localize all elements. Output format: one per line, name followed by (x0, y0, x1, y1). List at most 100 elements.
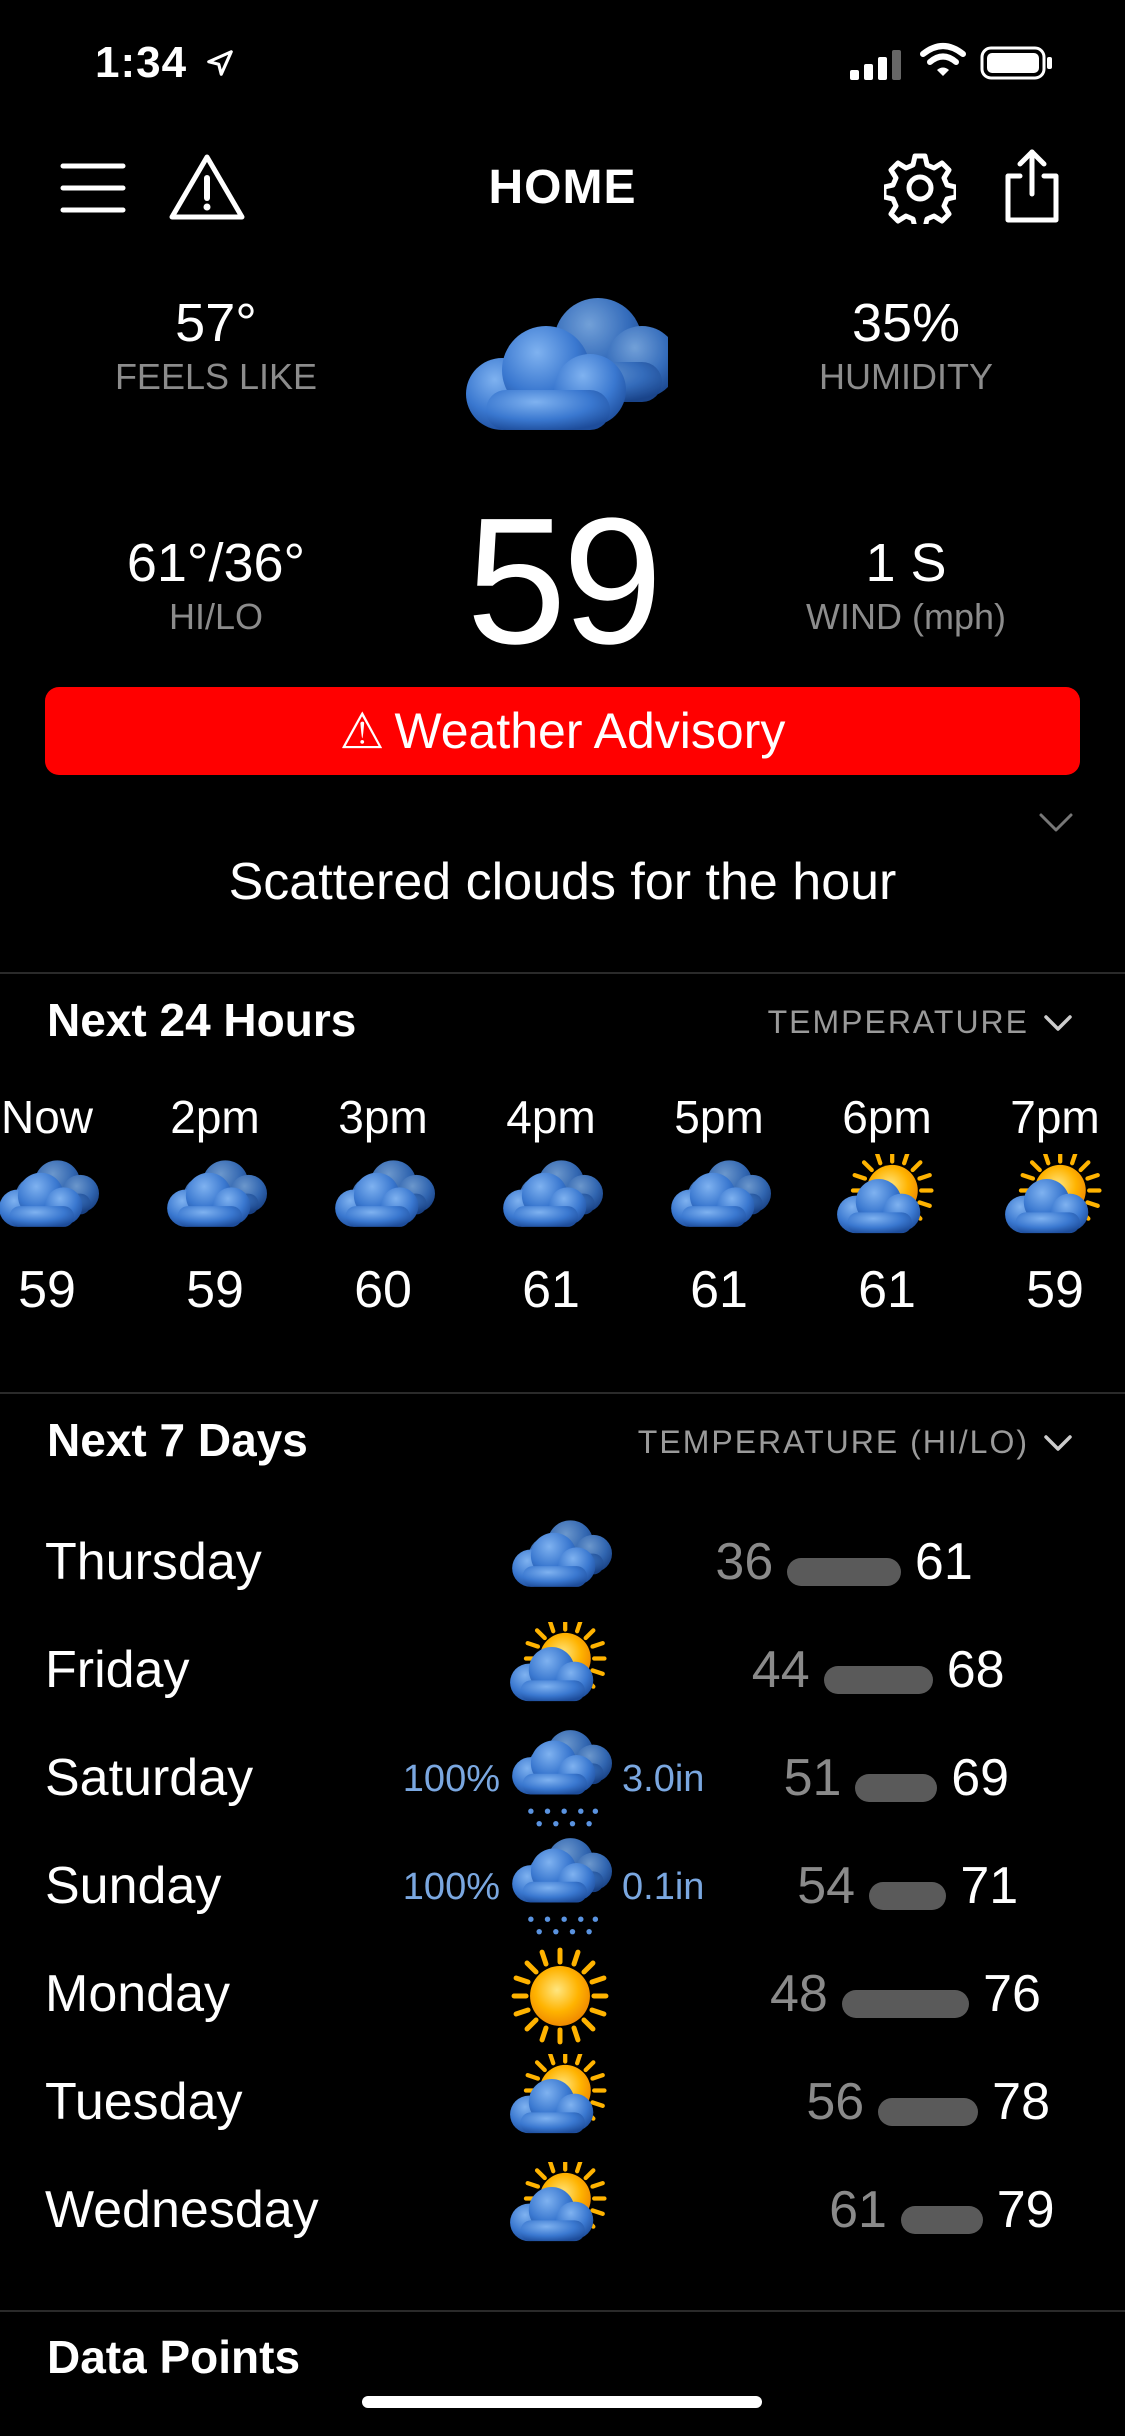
advisory-label: Weather Advisory (394, 703, 786, 759)
precip-amount: 3.0in (622, 1758, 705, 1800)
hourly-time: 4pm (506, 1091, 596, 1143)
day-name: Thursday (45, 1533, 262, 1591)
day-name: Wednesday (45, 2181, 319, 2239)
day-name: Friday (45, 1641, 190, 1699)
daily-row[interactable]: Thursday 36 61 (0, 1512, 1125, 1612)
weather-advisory-button[interactable]: ⚠ Weather Advisory (45, 687, 1080, 775)
hourly-item: Now 59 (0, 1090, 131, 1320)
cloudy-icon (503, 1160, 603, 1227)
hour-summary: Scattered clouds for the hour (228, 853, 897, 911)
hourly-icon-wrap (467, 1154, 635, 1254)
feels-like-value: 57° (175, 293, 257, 353)
hourly-temp: 61 (858, 1261, 916, 1319)
rain-icon (512, 1730, 612, 1827)
high-temp: 78 (992, 2073, 1051, 2131)
hourly-temp: 59 (18, 1261, 76, 1319)
daily-row[interactable]: Monday 48 76 (0, 1944, 1125, 2044)
hourly-item: 4pm 61 (467, 1090, 635, 1320)
temp-range-bar (869, 1882, 947, 1910)
high-temp: 69 (951, 1749, 1010, 1807)
data-points-title: Data Points (47, 2331, 301, 2383)
high-temp: 71 (960, 1857, 1019, 1915)
hourly-item: 7pm 59 (971, 1090, 1125, 1320)
day-icon-wrap (508, 1838, 612, 1943)
low-temp: 36 (715, 1533, 774, 1591)
day-name: Sunday (45, 1857, 222, 1915)
battery-icon (980, 46, 1052, 80)
hourly-metric-dropdown[interactable]: TEMPERATURE (768, 1004, 1073, 1041)
hourly-icon-wrap (0, 1154, 131, 1254)
partly-cloudy-icon (837, 1154, 939, 1234)
hourly-time: Now (0, 1091, 94, 1143)
divider (0, 2310, 1125, 2312)
day-name: Monday (45, 1965, 230, 2023)
partly-cloudy-icon (510, 2162, 612, 2242)
cloudy-icon (167, 1160, 267, 1227)
high-temp: 79 (996, 2181, 1055, 2239)
cellular-signal-icon (850, 50, 901, 80)
chevron-down-icon (1044, 1014, 1072, 1031)
rain-icon (512, 1838, 612, 1935)
day-icon-wrap (508, 1514, 612, 1619)
page-title: HOME (488, 161, 637, 214)
daily-row[interactable]: Sunday 100% 0.1in 54 71 (0, 1836, 1125, 1936)
hourly-item: 6pm 61 (803, 1090, 971, 1320)
wifi-icon (920, 43, 966, 76)
temp-range-bar (787, 1558, 901, 1586)
hourly-icon-wrap (299, 1154, 467, 1254)
humidity-value: 35% (851, 293, 961, 353)
sun-icon (508, 1946, 612, 2046)
precip-chance: 100% (402, 1758, 500, 1800)
status-time: 1:34 (95, 38, 188, 87)
cloudy-icon (466, 298, 668, 430)
daily-row[interactable]: Friday 44 68 (0, 1620, 1125, 1720)
share-icon[interactable] (1000, 148, 1064, 224)
chevron-down-icon[interactable] (1038, 812, 1074, 834)
humidity-label: HUMIDITY (819, 356, 993, 397)
daily-row[interactable]: Saturday 100% 3.0in 51 69 (0, 1728, 1125, 1828)
hourly-time: 5pm (674, 1091, 764, 1143)
hourly-temp: 59 (186, 1261, 244, 1319)
partly-cloudy-icon (1005, 1154, 1107, 1234)
cloudy-icon (335, 1160, 435, 1227)
divider (0, 972, 1125, 974)
humidity-stat: 35% HUMIDITY (746, 292, 1066, 398)
high-temp: 76 (983, 1965, 1041, 2023)
precip-chance: 100% (402, 1866, 500, 1908)
daily-metric-dropdown[interactable]: TEMPERATURE (HI/LO) (638, 1424, 1073, 1461)
cloudy-icon (671, 1160, 771, 1227)
feels-like-label: FEELS LIKE (114, 356, 318, 397)
hourly-time: 3pm (338, 1091, 428, 1143)
warning-icon: ⚠ (339, 703, 385, 759)
hourly-icon-wrap (803, 1154, 971, 1254)
temp-range-bar (855, 1774, 938, 1802)
day-icon-wrap (508, 1622, 612, 1727)
daily-metric-label: TEMPERATURE (HI/LO) (637, 1424, 1029, 1460)
day-icon-wrap (508, 1946, 612, 2051)
divider (0, 1392, 1125, 1394)
hourly-temp: 60 (354, 1261, 412, 1319)
low-temp: 48 (769, 1965, 828, 2023)
day-icon-wrap (508, 1730, 612, 1835)
location-arrow-icon (207, 50, 233, 76)
day-name: Tuesday (45, 2073, 243, 2131)
temp-range-bar (841, 1990, 970, 2018)
cloudy-icon (0, 1160, 99, 1227)
current-temperature: 59 (466, 481, 662, 682)
temp-range-bar (900, 2206, 983, 2234)
gear-icon[interactable] (884, 152, 956, 224)
day-icon-wrap (508, 2054, 612, 2159)
low-temp: 56 (806, 2073, 865, 2131)
hourly-metric-label: TEMPERATURE (767, 1004, 1029, 1040)
home-indicator[interactable] (362, 2396, 762, 2408)
daily-row[interactable]: Wednesday 61 79 (0, 2160, 1125, 2260)
hourly-section-title: Next 24 Hours (47, 994, 357, 1046)
hourly-icon-wrap (971, 1154, 1125, 1254)
hourly-icon-wrap (131, 1154, 299, 1254)
temp-range-bar (878, 2098, 979, 2126)
hourly-time: 6pm (842, 1091, 932, 1143)
day-name: Saturday (45, 1749, 254, 1807)
hourly-item: 5pm 61 (635, 1090, 803, 1320)
day-icon-wrap (508, 2162, 612, 2267)
daily-row[interactable]: Tuesday 56 78 (0, 2052, 1125, 2152)
